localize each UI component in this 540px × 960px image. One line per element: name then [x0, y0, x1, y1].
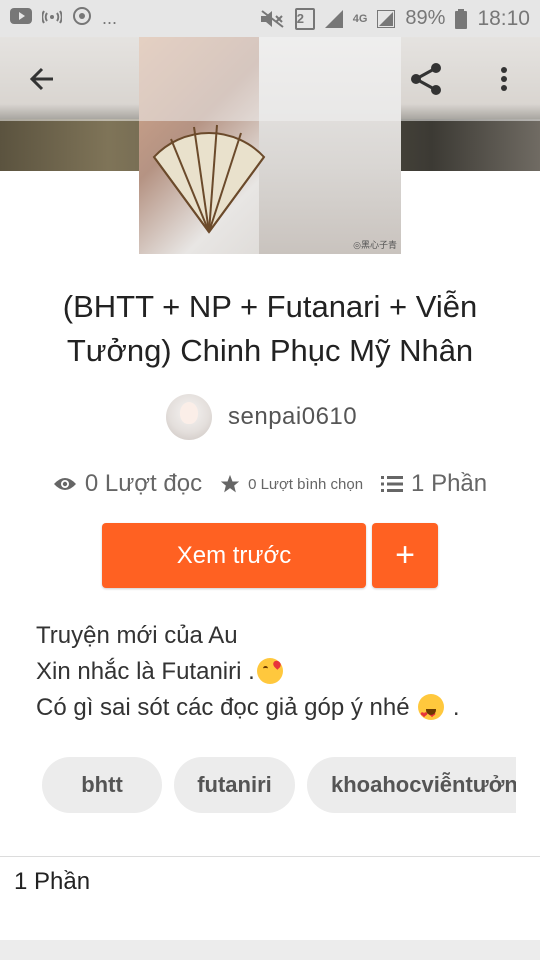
share-button[interactable]	[402, 55, 450, 103]
story-stats: 0 Lượt đọc 0 Lượt bình chọn 1 Phần	[0, 462, 540, 506]
parts-count: 1 Phần	[411, 470, 488, 497]
votes-stat: 0 Lượt bình chọn	[220, 474, 363, 494]
back-button[interactable]	[18, 55, 66, 103]
description-line-1: Truyện mới của Au	[36, 622, 238, 649]
sim-slot-badge: 2	[294, 7, 315, 30]
parts-section-header[interactable]: 1 Phần	[14, 868, 90, 896]
arrow-back-icon	[29, 67, 53, 91]
section-divider	[0, 856, 540, 857]
description-line-2-text: Xin nhắc là Futaniri .	[36, 658, 255, 685]
description-line-3-end: .	[452, 694, 460, 721]
parts-stat: 1 Phần	[381, 470, 487, 498]
votes-count: 0 Lượt bình chọn	[248, 475, 364, 493]
bottom-strip	[0, 940, 540, 960]
youtube-notification-icon	[10, 8, 32, 29]
tag-chip[interactable]: bhtt	[42, 757, 162, 813]
tag-list: bhtt futaniri khoahocviễntưởng	[42, 757, 516, 813]
author-link[interactable]: senpai0610	[166, 392, 357, 442]
network-type-label: 4G	[352, 12, 368, 25]
fan-illustration	[152, 124, 266, 234]
overflow-menu-button[interactable]	[480, 55, 528, 103]
description-line-3: Có gì sai sót các đọc giả góp ý nhé .	[36, 690, 516, 733]
description-line-2: Xin nhắc là Futaniri .	[36, 654, 516, 690]
heart-eyes-face-icon	[418, 694, 445, 733]
story-description: Truyện mới của Au Xin nhắc là Futaniri .…	[36, 618, 516, 733]
reads-count: 0 Lượt đọc	[84, 470, 203, 497]
clock: 18:10	[477, 6, 530, 30]
mute-icon	[259, 9, 285, 29]
star-icon	[220, 474, 240, 493]
battery-percent: 89%	[405, 7, 446, 29]
author-name[interactable]: senpai0610	[228, 403, 357, 431]
share-icon	[411, 63, 441, 95]
wifi-hotspot-icon	[41, 7, 63, 30]
story-title: (BHTT + NP + Futanari + Viễn Tưởng) Chin…	[62, 289, 478, 368]
more-vert-icon	[501, 67, 507, 91]
add-to-library-button[interactable]: +	[372, 523, 438, 588]
eye-icon	[53, 478, 76, 490]
battery-icon	[455, 8, 468, 29]
status-bar: ... 2 4G 89% 18:10	[0, 0, 540, 37]
tag-chip[interactable]: khoahocviễntưởng	[307, 757, 516, 813]
app-bar	[0, 37, 540, 121]
signal-icon-2	[377, 9, 396, 28]
tag-chip[interactable]: futaniri	[174, 757, 295, 813]
kissing-face-icon	[256, 658, 283, 684]
reads-stat: 0 Lượt đọc	[53, 470, 202, 498]
cover-watermark: ◎黑心子青	[353, 240, 397, 250]
read-preview-button[interactable]: Xem trước	[102, 523, 366, 588]
list-icon	[381, 476, 404, 492]
signal-icon-1	[324, 9, 343, 28]
description-line-3-text: Có gì sai sót các đọc giả góp ý nhé	[36, 694, 417, 721]
author-avatar[interactable]	[166, 394, 212, 440]
vpn-icon	[72, 6, 92, 31]
more-notifications-indicator: ...	[102, 8, 118, 28]
